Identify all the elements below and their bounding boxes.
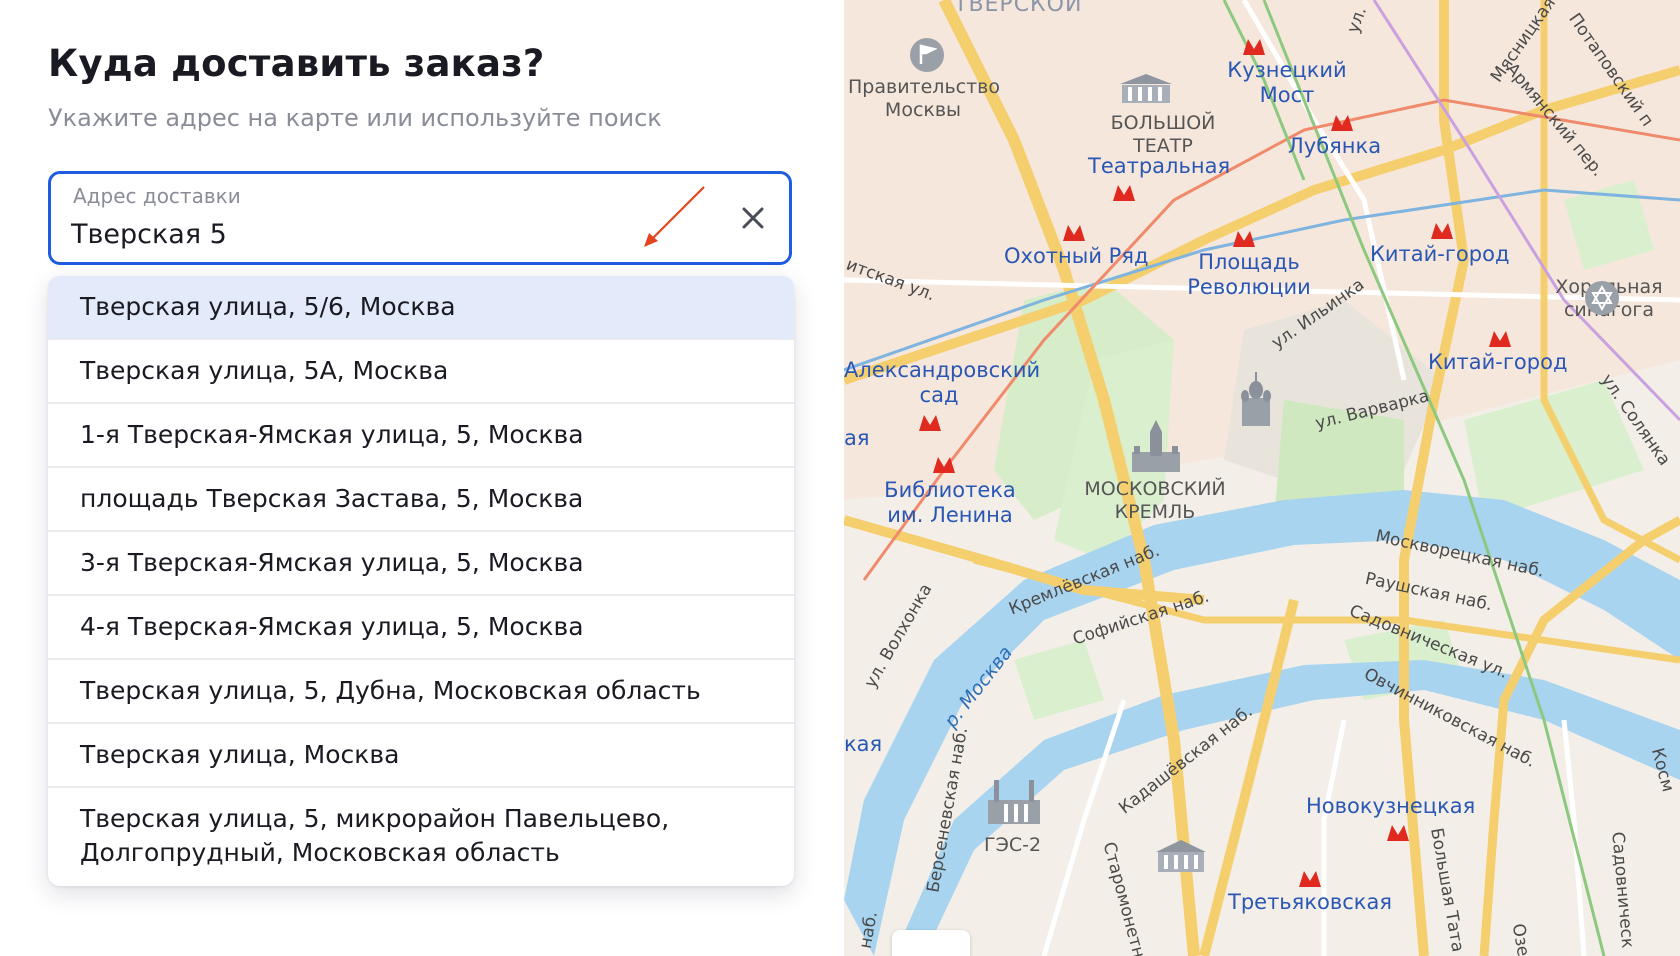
metro-icon	[1113, 185, 1135, 201]
kremlin-icon	[1132, 420, 1180, 472]
synagogue-icon	[1585, 281, 1619, 315]
metro-icon	[1489, 331, 1511, 347]
map-control-button[interactable]	[892, 930, 970, 956]
map-label-aya: ая	[844, 426, 870, 450]
map-label-library: Библиотека им. Ленина	[884, 478, 1016, 527]
suggestions-list: Тверская улица, 5/6, Москва Тверская ули…	[48, 276, 794, 886]
map-label-lubyanka: Лубянка	[1288, 134, 1382, 158]
address-field-label: Адрес доставки	[73, 184, 241, 208]
suggestion-item[interactable]: Тверская улица, Москва	[48, 724, 794, 788]
page-title: Куда доставить заказ?	[48, 42, 545, 85]
map-label-government: Правительство Москвы	[848, 76, 1000, 121]
delivery-map[interactable]: ТВЕРСКОЙ Правительство Москвы БОЛЬШОЙ ТЕ…	[843, 0, 1680, 956]
map-label-revolution: Площадь Революции	[1187, 250, 1311, 299]
metro-icon	[1063, 225, 1085, 241]
map-label-kremlin: МОСКОВСКИЙ КРЕМЛЬ	[1084, 478, 1226, 523]
map-label-teatralnaya: Театральная	[1088, 154, 1231, 178]
cathedral-icon	[1241, 372, 1271, 426]
metro-icon	[1299, 871, 1321, 887]
power-station-icon	[988, 780, 1040, 824]
metro-icon	[1431, 223, 1453, 239]
metro-icon	[1233, 231, 1255, 247]
map-label-kuznetsky: Кузнецкий Мост	[1227, 58, 1347, 107]
map-label-kitay2: Китай-город	[1428, 350, 1568, 374]
suggestion-item[interactable]: 1-я Тверская-Ямская улица, 5, Москва	[48, 404, 794, 468]
map-label-kitay1: Китай-город	[1370, 242, 1510, 266]
address-panel: Куда доставить заказ? Укажите адрес на к…	[0, 0, 844, 956]
map-label-bolshoi: БОЛЬШОЙ ТЕАТР	[1110, 112, 1216, 157]
page-subtitle: Укажите адрес на карте или используйте п…	[48, 104, 662, 132]
map-label-ges: ГЭС-2	[984, 834, 1042, 856]
map-label-tverskoy: ТВЕРСКОЙ	[954, 0, 1083, 17]
theatre-icon	[1120, 74, 1172, 103]
map-label-tretyakovskaya: Третьяковская	[1228, 890, 1392, 914]
suggestion-item[interactable]: Тверская улица, 5, Дубна, Московская обл…	[48, 660, 794, 724]
metro-icon	[1331, 115, 1353, 131]
map-label-kaya: кая	[844, 732, 883, 756]
map-label-novokuznetskaya: Новокузнецкая	[1306, 794, 1476, 818]
flag-landmark-icon	[910, 38, 944, 72]
close-icon	[742, 207, 764, 229]
suggestion-item[interactable]: Тверская улица, 5, микрорайон Павельцево…	[48, 788, 794, 886]
suggestion-item[interactable]: площадь Тверская Застава, 5, Москва	[48, 468, 794, 532]
metro-icon	[933, 457, 955, 473]
suggestion-item[interactable]: Тверская улица, 5А, Москва	[48, 340, 794, 404]
clear-address-button[interactable]	[735, 200, 771, 236]
metro-icon	[919, 415, 941, 431]
gallery-icon	[1156, 840, 1206, 872]
map-label-alexandrovsky: Александровский сад	[844, 358, 1041, 407]
suggestion-item[interactable]: Тверская улица, 5/6, Москва	[48, 276, 794, 340]
map-label-okhotny: Охотный Ряд	[1004, 244, 1149, 268]
annotation-arrow-icon	[644, 186, 705, 247]
metro-icon	[1243, 39, 1265, 55]
page: Куда доставить заказ? Укажите адрес на к…	[0, 0, 1680, 956]
address-input[interactable]	[71, 214, 671, 254]
metro-icon	[1387, 825, 1409, 841]
suggestion-item[interactable]: 4-я Тверская-Ямская улица, 5, Москва	[48, 596, 794, 660]
suggestion-item[interactable]: 3-я Тверская-Ямская улица, 5, Москва	[48, 532, 794, 596]
